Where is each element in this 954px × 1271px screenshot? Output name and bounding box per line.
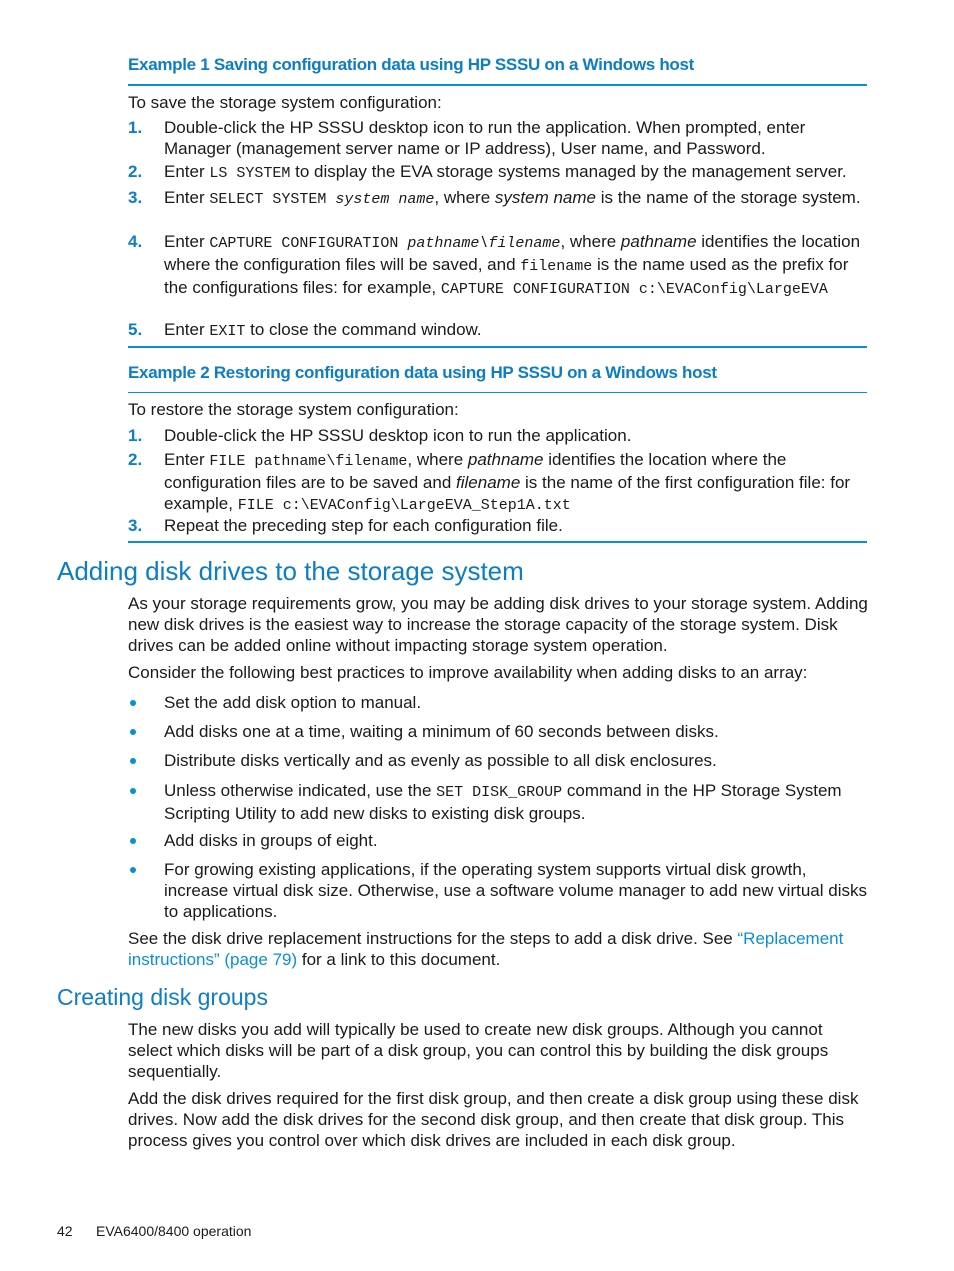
bullet-icon — [130, 788, 136, 794]
page-number: 42 — [57, 1223, 73, 1239]
step-number: 1. — [128, 118, 143, 137]
bullet-icon — [130, 700, 136, 706]
example-1-top-rule — [128, 84, 867, 86]
example-1-bottom-rule — [128, 346, 867, 348]
example-1-intro: To save the storage system configuration… — [128, 93, 442, 112]
step-number: 1. — [128, 426, 143, 445]
bullet-icon — [130, 838, 136, 844]
adding-para-3: See the disk drive replacement instructi… — [128, 929, 844, 969]
example-1-title: Example 1 Saving configuration data usin… — [128, 55, 695, 74]
example-2-top-rule — [128, 392, 867, 393]
code-text: EXIT — [209, 323, 246, 340]
section-heading-creating: Creating disk groups — [57, 984, 268, 1010]
code-text: CAPTURE CONFIGURATION — [209, 235, 408, 252]
step-text: Double-click the HP SSSU desktop icon to… — [164, 118, 806, 158]
adding-para-1: As your storage requirements grow, you m… — [128, 594, 868, 655]
code-text: FILE c:\EVAConfig\LargeEVA_Step1A.txt — [237, 497, 571, 514]
creating-para-1: The new disks you add will typically be … — [128, 1020, 829, 1081]
creating-para-2: Add the disk drives required for the fir… — [128, 1089, 859, 1150]
example-2-title: Example 2 Restoring configuration data u… — [128, 363, 717, 382]
step-text: Double-click the HP SSSU desktop icon to… — [164, 426, 632, 445]
example-2-intro: To restore the storage system configurat… — [128, 400, 459, 419]
step-number: 2. — [128, 162, 143, 181]
code-text: filename — [520, 258, 593, 275]
step-number: 5. — [128, 320, 143, 339]
bullet-icon — [130, 729, 136, 735]
example-2-bottom-rule — [128, 541, 867, 543]
step-text: Repeat the preceding step for each confi… — [164, 516, 563, 535]
step-number: 3. — [128, 188, 143, 207]
footer-chapter: EVA6400/8400 operation — [96, 1223, 252, 1239]
code-text: pathname\filename — [407, 235, 561, 252]
section-heading-adding: Adding disk drives to the storage system — [57, 556, 524, 586]
bullet-icon — [130, 867, 136, 873]
step-number: 4. — [128, 232, 143, 251]
code-text: SELECT SYSTEM — [209, 191, 336, 208]
bullet-icon — [130, 758, 136, 764]
code-text: FILE pathname\filename — [209, 453, 408, 470]
code-text: system name — [335, 191, 435, 208]
step-number: 3. — [128, 516, 143, 535]
code-text: SET DISK_GROUP — [436, 784, 563, 801]
code-text: LS SYSTEM — [209, 165, 291, 182]
step-number: 2. — [128, 450, 143, 469]
code-text: CAPTURE CONFIGURATION c:\EVAConfig\Large… — [440, 281, 828, 298]
adding-para-2: Consider the following best practices to… — [128, 663, 808, 682]
